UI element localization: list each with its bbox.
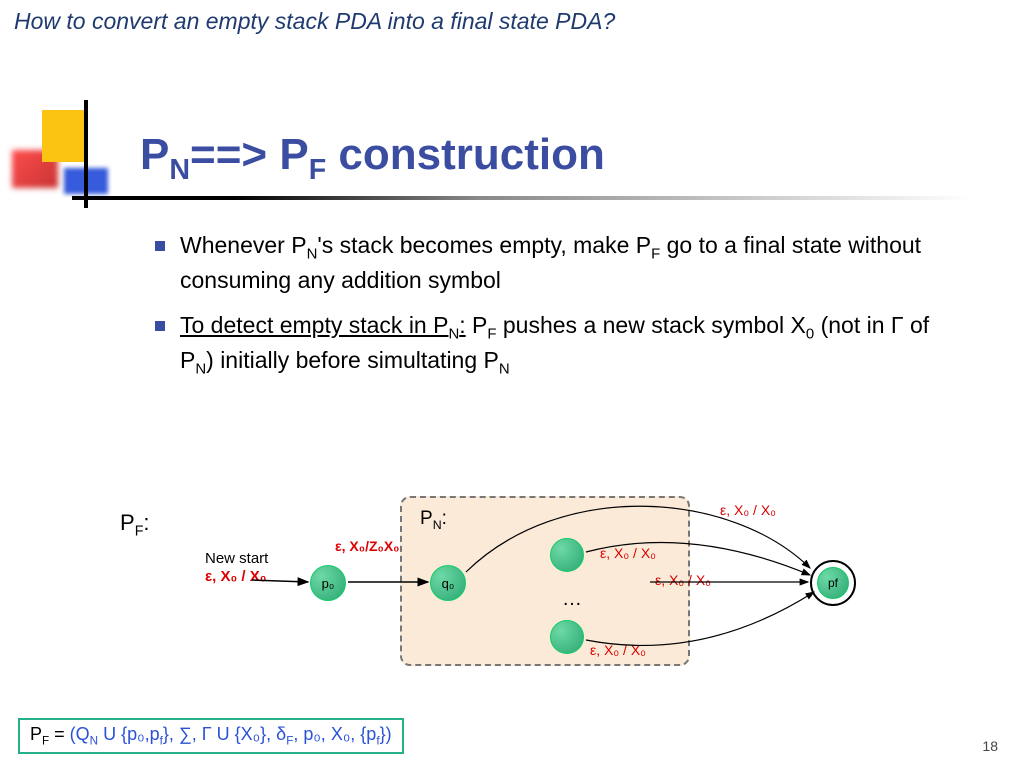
bullet-list: Whenever PN's stack becomes empty, make …: [150, 230, 950, 393]
state-pf: pf: [810, 560, 856, 606]
new-start-label: New start ε, X₀ / X₀: [205, 550, 268, 586]
slide-title: PN==> PF construction: [140, 130, 605, 187]
state-p0: p₀: [310, 565, 346, 601]
pf-label: PF:: [120, 510, 150, 539]
formula-box: PF = (QN U {p₀,pf}, ∑, Γ U {X₀}, δF, p₀,…: [18, 718, 404, 754]
state-ellipsis: …: [562, 588, 582, 611]
state-blank-2: [550, 620, 584, 654]
transition-label-1: ε, X₀ / X₀: [600, 545, 656, 561]
state-blank-1: [550, 538, 584, 572]
transition-label-p0-q0: ε, X₀/Z₀X₀: [335, 538, 399, 554]
slide-decoration: [12, 110, 98, 210]
top-question: How to convert an empty stack PDA into a…: [0, 0, 1024, 35]
transition-label-2: ε, X₀ / X₀: [720, 502, 776, 518]
pn-label: PN:: [420, 508, 447, 532]
bullet-1: Whenever PN's stack becomes empty, make …: [150, 230, 950, 296]
state-q0: q₀: [430, 565, 466, 601]
bullet-2: To detect empty stack in PN: PF pushes a…: [150, 310, 950, 380]
title-rule: [72, 196, 972, 200]
page-number: 18: [982, 738, 998, 754]
pda-diagram: PF: PN: New start ε, X₀ / X₀ ε, X₀/Z₀X₀ …: [110, 490, 910, 710]
transition-label-4: ε, X₀ / X₀: [590, 642, 646, 658]
transition-label-3: ε, X₀ / X₀: [655, 572, 711, 588]
